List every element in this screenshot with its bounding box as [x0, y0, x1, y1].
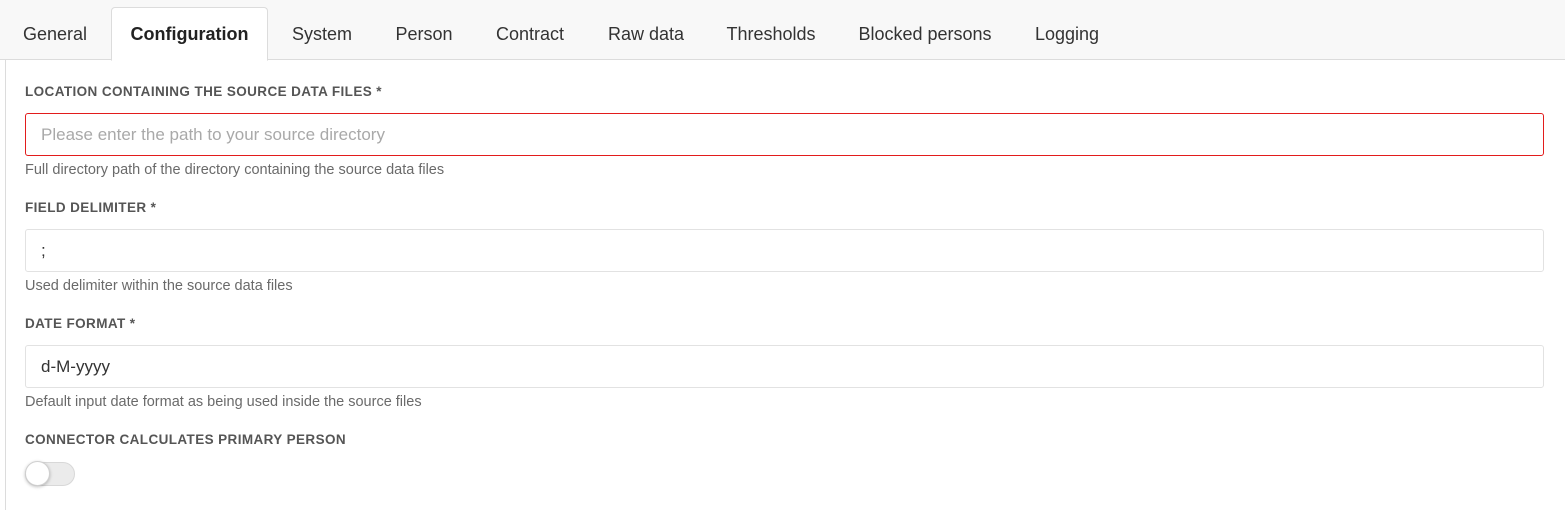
primary-person-toggle[interactable] — [25, 461, 75, 486]
connector-settings-page: General Configuration System Person Cont… — [0, 0, 1565, 510]
date-format-input[interactable] — [25, 345, 1544, 388]
date-format-help: Default input date format as being used … — [25, 394, 422, 410]
tab-thresholds[interactable]: Thresholds — [712, 7, 830, 60]
tab-bar: General Configuration System Person Cont… — [0, 0, 1565, 61]
date-format-label: DATE FORMAT * — [25, 316, 136, 331]
tab-general[interactable]: General — [7, 7, 103, 60]
field-delimiter-help: Used delimiter within the source data fi… — [25, 278, 293, 294]
field-delimiter-input[interactable] — [25, 229, 1544, 272]
configuration-panel: LOCATION CONTAINING THE SOURCE DATA FILE… — [5, 60, 1565, 510]
primary-person-label: CONNECTOR CALCULATES PRIMARY PERSON — [25, 432, 347, 447]
source-location-help: Full directory path of the directory con… — [25, 162, 445, 178]
tab-system[interactable]: System — [276, 7, 368, 60]
tab-logging[interactable]: Logging — [1020, 7, 1114, 60]
tab-configuration[interactable]: Configuration — [111, 7, 268, 61]
source-location-input[interactable] — [25, 113, 1544, 156]
tab-raw-data[interactable]: Raw data — [594, 7, 698, 60]
tab-contract[interactable]: Contract — [480, 7, 580, 60]
tab-person[interactable]: Person — [380, 7, 468, 60]
toggle-knob — [25, 461, 50, 486]
tab-blocked-persons[interactable]: Blocked persons — [844, 7, 1006, 60]
source-location-label: LOCATION CONTAINING THE SOURCE DATA FILE… — [25, 84, 382, 99]
field-delimiter-label: FIELD DELIMITER * — [25, 200, 157, 215]
